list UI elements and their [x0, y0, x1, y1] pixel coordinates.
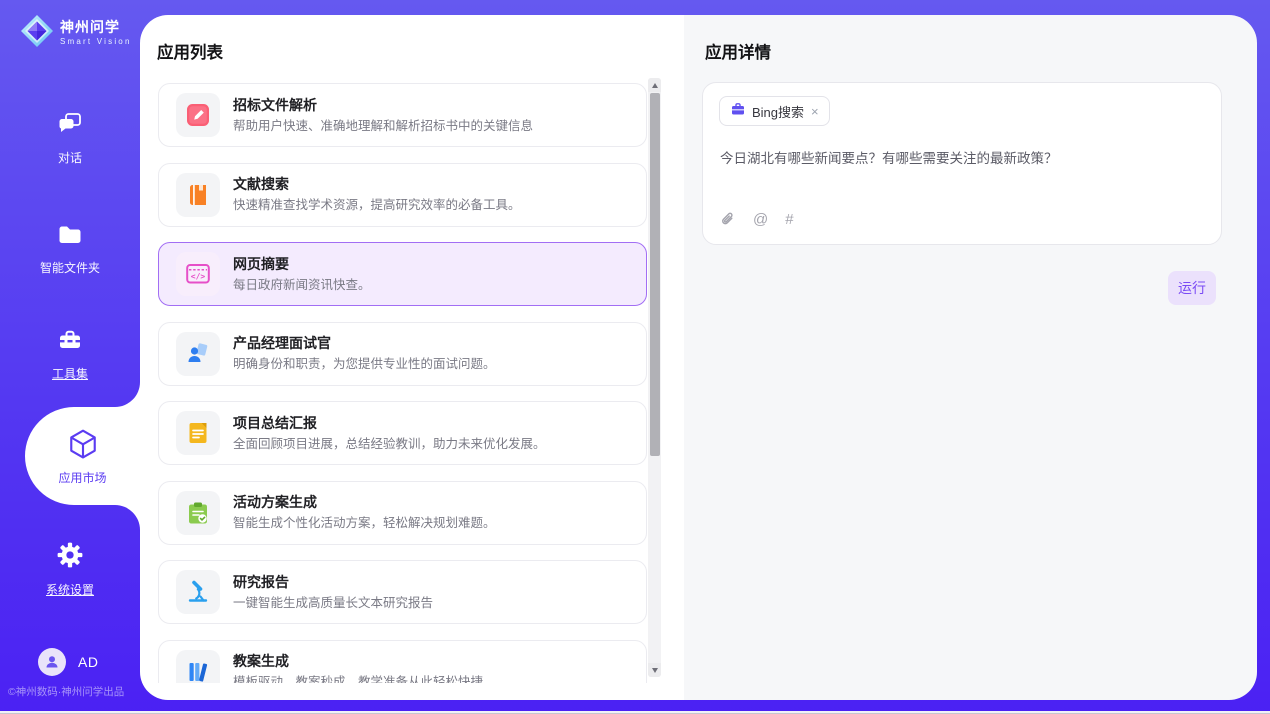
smart-folder-icon [57, 221, 83, 252]
app-item-title: 产品经理面试官 [233, 336, 496, 350]
app-item-title: 项目总结汇报 [233, 416, 546, 430]
app-item-title: 活动方案生成 [233, 495, 496, 509]
mention-icon[interactable]: @ [753, 212, 768, 227]
brand-logo-icon [20, 14, 54, 53]
scrollbar-down-button[interactable] [648, 663, 661, 677]
user-account[interactable]: AD [38, 648, 98, 676]
sidebar-item-label: 智能文件夹 [40, 259, 100, 276]
app-detail-title: 应用详情 [705, 39, 771, 63]
hash-icon[interactable]: # [785, 212, 793, 227]
query-editor-card[interactable]: Bing搜索 × 今日湖北有哪些新闻要点？有哪些需要关注的最新政策？ @ # [702, 82, 1222, 245]
sidebar-item-app-market[interactable]: 应用市场 [25, 407, 140, 505]
sidebar-item-label: 工具集 [52, 365, 88, 382]
research-report-icon [176, 570, 220, 614]
app-item-literature-search[interactable]: 文献搜索 快速精准查找学术资源，提高研究效率的必备工具。 [158, 163, 647, 227]
app-detail-panel: 应用详情 Bing搜索 × 今日湖北有哪些新闻要点？有哪些需要关注的最新政策？ [684, 15, 1257, 700]
app-item-bid-parse[interactable]: 招标文件解析 帮助用户快速、准确地理解和解析招标书中的关键信息 [158, 83, 647, 147]
app-window: 神州问学 Smart Vision 对话 智能文件夹 [0, 0, 1270, 714]
app-item-desc: 模板驱动，教案秒成，教学准备从此轻松快捷 [233, 676, 483, 683]
app-item-lesson-plan[interactable]: 教案生成 模板驱动，教案秒成，教学准备从此轻松快捷 [158, 640, 647, 684]
gear-icon [56, 541, 84, 574]
paperclip-icon[interactable] [720, 211, 736, 227]
app-item-title: 研究报告 [233, 575, 433, 589]
scrollbar-thumb[interactable] [650, 93, 660, 456]
app-item-desc: 明确身份和职责，为您提供专业性的面试问题。 [233, 358, 496, 371]
app-item-web-summary[interactable]: </> 网页摘要 每日政府新闻资讯快查。 [158, 242, 647, 306]
brand-name: 神州问学 [60, 20, 132, 35]
app-item-desc: 每日政府新闻资讯快查。 [233, 279, 371, 292]
chat-icon [57, 111, 83, 142]
svg-text:</>: </> [191, 272, 206, 281]
app-market-cube-icon [67, 427, 99, 464]
main-content: 应用列表 招标文件解析 帮助用户快速、准确地理解和解析招标书中的关键信息 [140, 15, 1257, 700]
app-list-title: 应用列表 [157, 39, 223, 63]
briefcase-icon [731, 102, 745, 121]
sidebar-item-label: 对话 [58, 149, 82, 166]
toolbox-icon [57, 327, 83, 358]
sidebar-item-settings[interactable]: 系统设置 [0, 541, 140, 598]
scrollbar[interactable] [648, 78, 661, 677]
close-icon[interactable]: × [811, 105, 819, 118]
app-item-desc: 全面回顾项目进展，总结经验教训，助力未来优化发展。 [233, 438, 546, 451]
app-item-desc: 智能生成个性化活动方案，轻松解决规划难题。 [233, 517, 496, 530]
query-input[interactable]: 今日湖北有哪些新闻要点？有哪些需要关注的最新政策？ [720, 149, 1205, 169]
pm-interviewer-icon [176, 332, 220, 376]
sidebar-item-label: 系统设置 [46, 581, 94, 598]
editor-toolbar: @ # [720, 211, 794, 227]
triangle-down-icon [652, 668, 658, 673]
app-item-title: 网页摘要 [233, 257, 371, 271]
literature-search-icon [176, 173, 220, 217]
app-list-panel: 应用列表 招标文件解析 帮助用户快速、准确地理解和解析招标书中的关键信息 [140, 15, 684, 700]
sidebar-item-toolbox[interactable]: 工具集 [0, 327, 140, 382]
sidebar-item-smart-folder[interactable]: 智能文件夹 [0, 221, 140, 276]
app-item-pm-interviewer[interactable]: 产品经理面试官 明确身份和职责，为您提供专业性的面试问题。 [158, 322, 647, 386]
app-item-project-summary[interactable]: 项目总结汇报 全面回顾项目进展，总结经验教训，助力未来优化发展。 [158, 401, 647, 465]
sidebar-item-chat[interactable]: 对话 [0, 111, 140, 166]
app-item-desc: 快速精准查找学术资源，提高研究效率的必备工具。 [233, 199, 521, 212]
app-item-title: 招标文件解析 [233, 98, 533, 112]
user-initials: AD [78, 654, 98, 670]
app-item-research-report[interactable]: 研究报告 一键智能生成高质量长文本研究报告 [158, 560, 647, 624]
web-summary-icon: </> [176, 252, 220, 296]
brand: 神州问学 Smart Vision [20, 14, 132, 53]
tool-chip-bing-search[interactable]: Bing搜索 × [719, 96, 830, 126]
scrollbar-up-button[interactable] [648, 78, 661, 92]
app-item-title: 教案生成 [233, 654, 483, 668]
avatar [38, 648, 66, 676]
bid-parse-icon [176, 93, 220, 137]
tool-chip-label: Bing搜索 [752, 102, 804, 121]
sidebar: 神州问学 Smart Vision 对话 智能文件夹 [0, 0, 140, 711]
event-plan-icon [176, 491, 220, 535]
app-list: 招标文件解析 帮助用户快速、准确地理解和解析招标书中的关键信息 文献搜索 [158, 83, 647, 683]
run-button[interactable]: 运行 [1168, 271, 1216, 305]
brand-subtitle: Smart Vision [60, 38, 132, 47]
app-item-desc: 帮助用户快速、准确地理解和解析招标书中的关键信息 [233, 120, 533, 133]
lesson-plan-icon [176, 650, 220, 684]
project-summary-icon [176, 411, 220, 455]
copyright-footer: ©神州数码·神州问学出品 [8, 684, 124, 699]
sidebar-item-label: 应用市场 [58, 469, 106, 486]
app-item-event-plan[interactable]: 活动方案生成 智能生成个性化活动方案，轻松解决规划难题。 [158, 481, 647, 545]
triangle-up-icon [652, 83, 658, 88]
app-item-title: 文献搜索 [233, 177, 521, 191]
app-item-desc: 一键智能生成高质量长文本研究报告 [233, 597, 433, 610]
